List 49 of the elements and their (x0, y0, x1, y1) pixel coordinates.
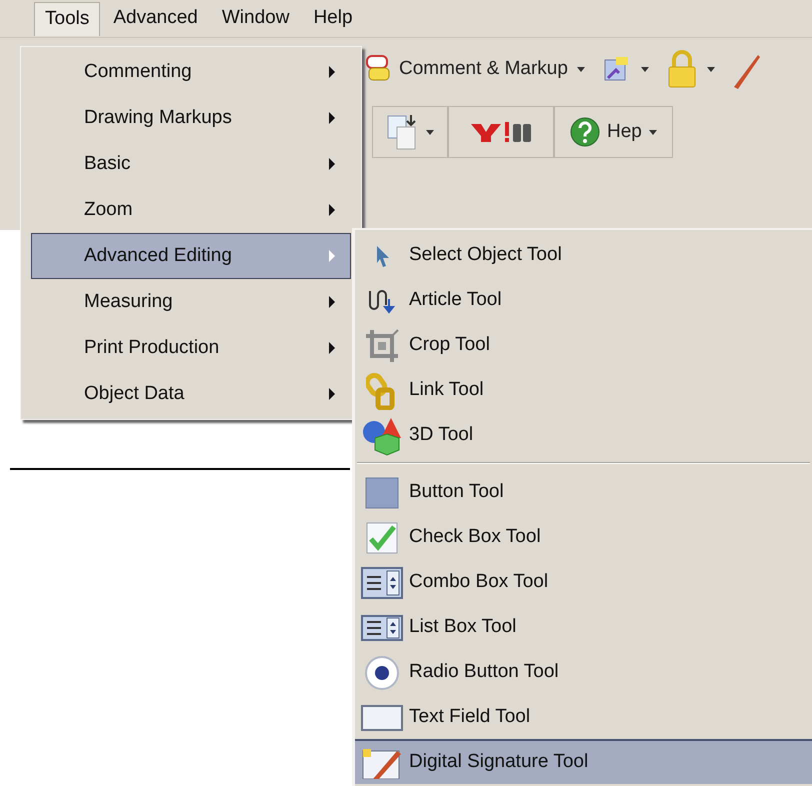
menu-item[interactable]: Radio Button Tool (355, 649, 812, 694)
checkbox-icon (365, 520, 399, 554)
menu-bar-item[interactable]: Window (210, 2, 300, 36)
menu-item[interactable]: Button Tool (355, 469, 812, 514)
caret-icon[interactable] (576, 65, 586, 73)
menu-item[interactable]: Object Data (31, 371, 351, 417)
caret-icon[interactable] (425, 128, 435, 136)
menu-bar-item[interactable]: Help (302, 2, 364, 36)
combo-box-icon (361, 566, 403, 598)
comment-markup-button[interactable]: Comment & Markup (399, 54, 568, 84)
list-box-icon (361, 614, 403, 640)
menu-item[interactable]: Measuring (31, 279, 351, 325)
help-icon[interactable] (569, 116, 601, 148)
shapes-icon (361, 416, 403, 456)
caret-icon[interactable] (640, 65, 650, 73)
submenu-arrow-icon (328, 341, 336, 355)
menu-item[interactable]: Link Tool (355, 367, 812, 412)
caret-icon[interactable] (648, 128, 658, 136)
caret-icon[interactable] (706, 65, 716, 73)
menu-item[interactable]: Article Tool (355, 277, 812, 322)
menu-item[interactable]: Advanced Editing (31, 233, 351, 279)
submenu-arrow-icon (328, 111, 336, 125)
signature-pen-icon (361, 746, 403, 778)
menu-item[interactable]: Basic (31, 141, 351, 187)
submenu-arrow-icon (328, 249, 336, 263)
menu-item[interactable]: Select Object Tool (355, 232, 812, 277)
menu-item[interactable]: 3D Tool (355, 412, 812, 457)
menu-item[interactable]: Drawing Markups (31, 95, 351, 141)
submenu-arrow-icon (328, 203, 336, 217)
menu-bar-item[interactable]: Advanced (102, 2, 209, 36)
menu-item[interactable]: Check Box Tool (355, 514, 812, 559)
submenu-arrow-icon (328, 387, 336, 401)
menu-bar-item[interactable]: Tools (34, 2, 100, 36)
menu-item[interactable]: Text Field Tool (355, 694, 812, 739)
menu-item[interactable]: Commenting (31, 49, 351, 95)
menu-item[interactable]: List Box Tool (355, 604, 812, 649)
button-icon (364, 476, 400, 510)
submenu-arrow-icon (328, 65, 336, 79)
crop-icon (364, 328, 400, 364)
radio-button-icon (364, 654, 400, 690)
help-button[interactable]: Hep (607, 118, 642, 146)
submenu-arrow-icon (328, 295, 336, 309)
text-field-icon (361, 704, 403, 730)
menu-item[interactable]: Print Production (31, 325, 351, 371)
menu-item[interactable]: Combo Box Tool (355, 559, 812, 604)
menu-item[interactable]: Zoom (31, 187, 351, 233)
menu-item[interactable]: Digital Signature Tool (355, 739, 812, 784)
menu-item[interactable]: Crop Tool (355, 322, 812, 367)
submenu-arrow-icon (328, 157, 336, 171)
